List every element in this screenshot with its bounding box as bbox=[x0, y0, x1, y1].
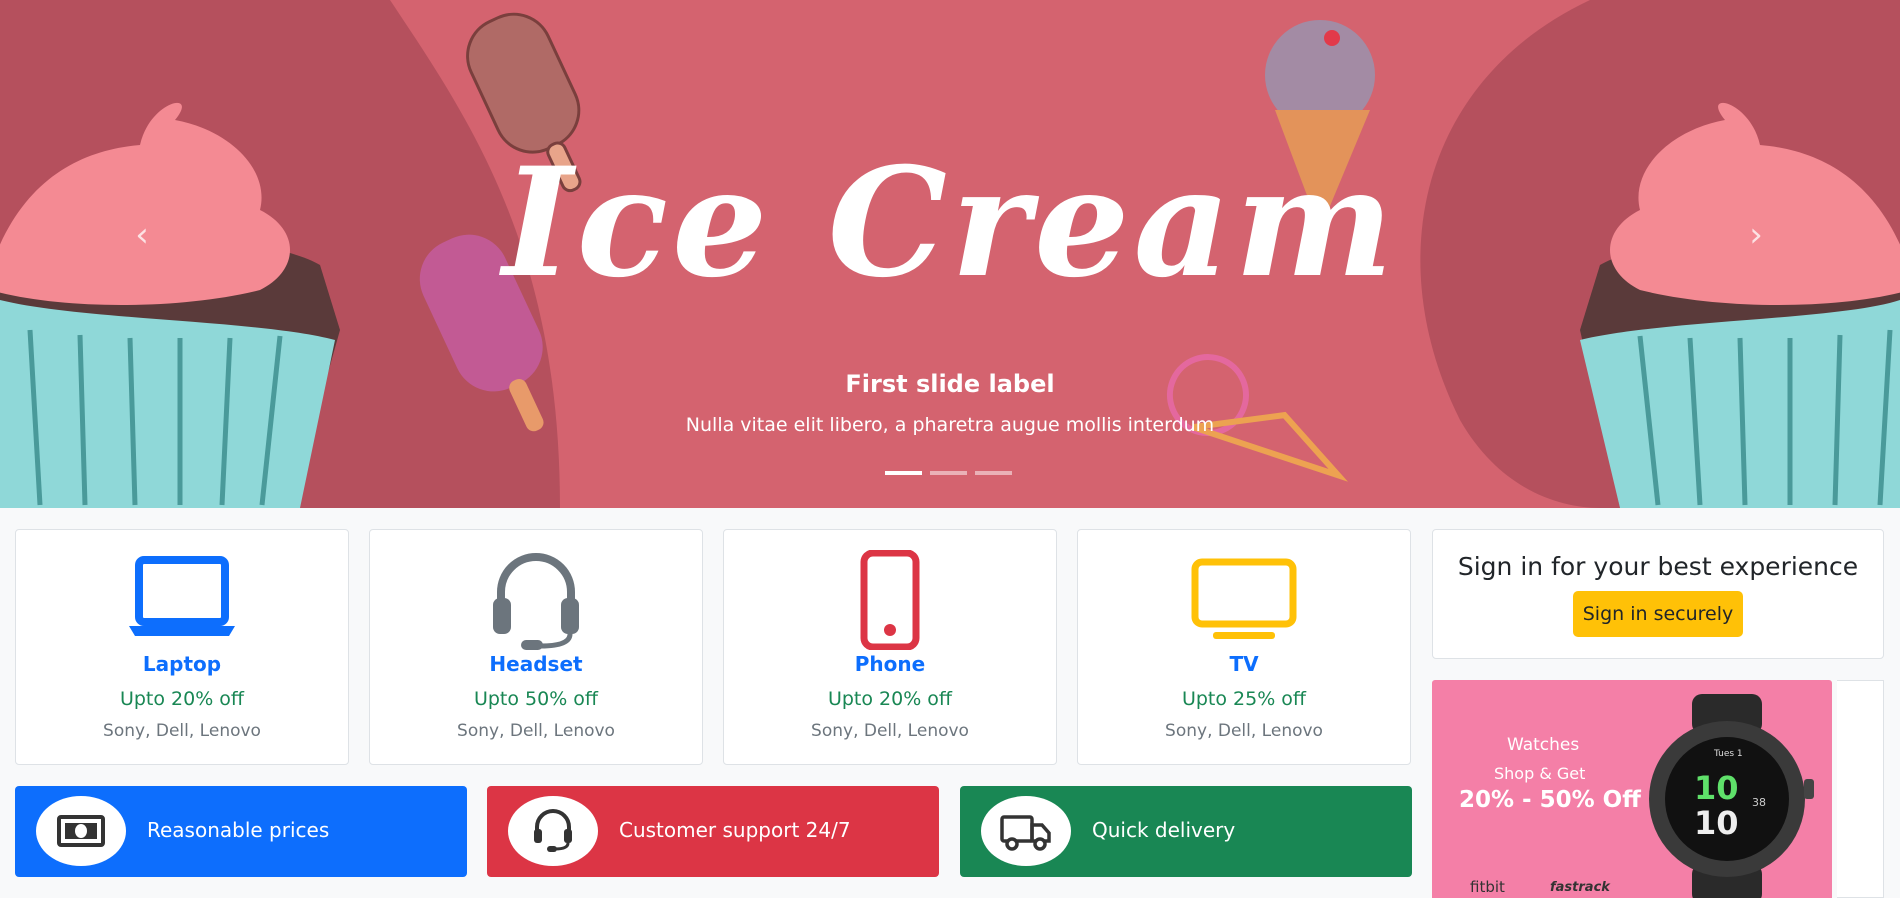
feature-customer-support[interactable]: Customer support 24/7 bbox=[487, 786, 939, 877]
watch-minute: 10 bbox=[1694, 804, 1739, 842]
headset-icon bbox=[493, 553, 579, 650]
carousel-next-button[interactable]: › bbox=[1736, 215, 1776, 255]
promo-category: Watches bbox=[1507, 735, 1580, 755]
feature-label: Quick delivery bbox=[1092, 818, 1236, 842]
category-brands: Sony, Dell, Lenovo bbox=[457, 721, 615, 741]
carousel-prev-button[interactable]: ‹ bbox=[122, 215, 162, 255]
watch-promo-banner[interactable]: Watches Shop & Get 20% - 50% Off fitbit … bbox=[1432, 680, 1832, 898]
smartwatch-image: Tues 1 10 10 38 bbox=[1649, 694, 1814, 898]
category-name: TV bbox=[1229, 652, 1259, 676]
category-card-laptop[interactable]: Laptop Upto 20% off Sony, Dell, Lenovo bbox=[15, 529, 349, 765]
category-name: Laptop bbox=[142, 652, 222, 676]
category-name: Headset bbox=[489, 652, 583, 676]
promo-brand-fastrack: fastrack bbox=[1550, 880, 1610, 895]
category-brands: Sony, Dell, Lenovo bbox=[1165, 721, 1323, 741]
category-deal: Upto 20% off bbox=[119, 688, 245, 710]
money-icon bbox=[57, 815, 105, 847]
signin-button[interactable]: Sign in securely bbox=[1573, 591, 1743, 637]
feature-icon-badge bbox=[508, 796, 598, 866]
watch-small: 38 bbox=[1752, 796, 1766, 809]
category-deal: Upto 25% off bbox=[1181, 688, 1307, 710]
feature-label: Reasonable prices bbox=[147, 818, 330, 842]
truck-icon bbox=[1000, 815, 1051, 851]
category-name: Phone bbox=[854, 652, 926, 676]
slide-caption-text: Nulla vitae elit libero, a pharetra augu… bbox=[685, 414, 1215, 436]
category-deal: Upto 50% off bbox=[473, 688, 599, 710]
carousel-indicators bbox=[885, 471, 1012, 475]
category-deal: Upto 20% off bbox=[827, 688, 953, 710]
promo-subtitle: Shop & Get bbox=[1494, 764, 1586, 783]
promo-side-panel bbox=[1837, 680, 1884, 898]
tv-icon bbox=[1191, 558, 1297, 639]
promo-discount: 20% - 50% Off bbox=[1459, 787, 1641, 813]
headset-icon bbox=[534, 809, 572, 852]
category-brands: Sony, Dell, Lenovo bbox=[811, 721, 969, 741]
hero-carousel: Ice Cream First slide label Nulla vitae … bbox=[0, 0, 1900, 508]
feature-icon-badge bbox=[981, 796, 1071, 866]
category-card-headset[interactable]: Headset Upto 50% off Sony, Dell, Lenovo bbox=[369, 529, 703, 765]
phone-icon bbox=[860, 550, 920, 650]
carousel-indicator-1[interactable] bbox=[885, 471, 922, 475]
watch-day: Tues 1 bbox=[1713, 749, 1743, 759]
feature-icon-badge bbox=[36, 796, 126, 866]
slide-caption-title: First slide label bbox=[845, 370, 1055, 398]
watch-hour: 10 bbox=[1694, 769, 1739, 807]
category-card-phone[interactable]: Phone Upto 20% off Sony, Dell, Lenovo bbox=[723, 529, 1057, 765]
laptop-icon bbox=[129, 556, 235, 636]
promo-brand-fitbit: fitbit bbox=[1470, 878, 1505, 896]
category-brands: Sony, Dell, Lenovo bbox=[103, 721, 261, 741]
feature-label: Customer support 24/7 bbox=[619, 818, 851, 842]
feature-reasonable-prices[interactable]: Reasonable prices bbox=[15, 786, 467, 877]
feature-quick-delivery[interactable]: Quick delivery bbox=[960, 786, 1412, 877]
signin-panel: Sign in for your best experience Sign in… bbox=[1432, 529, 1884, 659]
hero-title: Ice Cream bbox=[502, 135, 1398, 311]
signin-title: Sign in for your best experience bbox=[1457, 552, 1859, 581]
carousel-indicator-3[interactable] bbox=[975, 471, 1012, 475]
carousel-indicator-2[interactable] bbox=[930, 471, 967, 475]
category-card-tv[interactable]: TV Upto 25% off Sony, Dell, Lenovo bbox=[1077, 529, 1411, 765]
